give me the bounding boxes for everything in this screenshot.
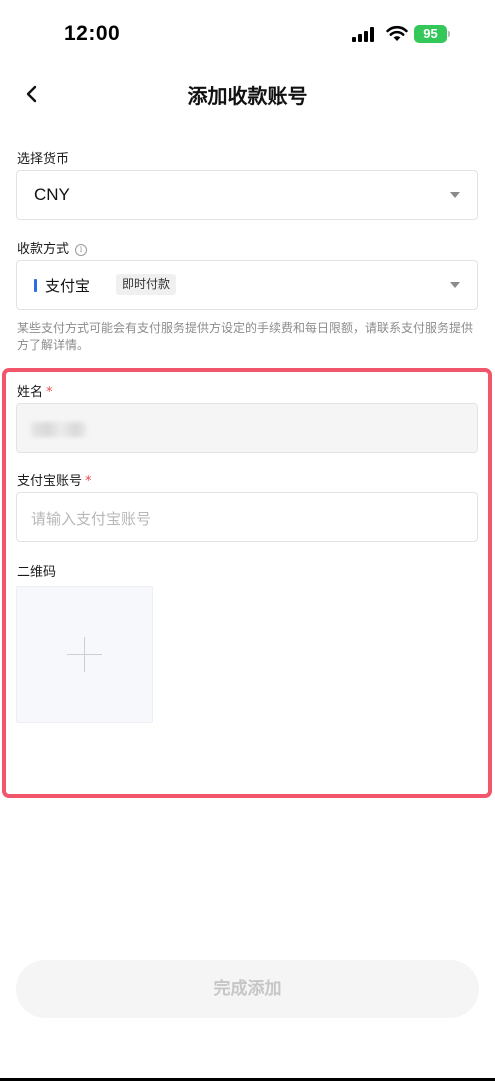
name-label: 姓名 * — [17, 381, 53, 400]
qr-upload-button[interactable] — [16, 586, 153, 723]
status-time: 12:00 — [64, 22, 121, 45]
payment-method-tag: 即时付款 — [116, 274, 177, 295]
submit-button[interactable]: 完成添加 — [16, 960, 479, 1018]
currency-label: 选择货币 — [17, 152, 70, 167]
qr-label: 二维码 — [17, 565, 57, 580]
page-title: 添加收款账号 — [187, 84, 308, 108]
battery-icon: 95 — [414, 25, 450, 43]
plus-icon-vertical — [84, 637, 85, 672]
payment-method-name: 支付宝 — [45, 277, 91, 295]
status-bar: 12:00 95 — [0, 0, 495, 70]
name-field — [16, 403, 478, 453]
currency-select[interactable]: CNY — [16, 170, 478, 220]
account-placeholder: 请输入支付宝账号 — [31, 510, 152, 528]
required-mark: * — [46, 385, 53, 400]
chevron-down-icon — [450, 192, 460, 198]
method-accent-bar — [34, 279, 37, 292]
required-mark: * — [85, 474, 92, 489]
account-label: 支付宝账号 * — [17, 470, 92, 489]
signal-icon — [352, 27, 374, 42]
wifi-icon — [386, 25, 408, 41]
fee-notice: 某些支付方式可能会有支付服务提供方设定的手续费和每日限额，请联系支付服务提供方了… — [17, 321, 474, 352]
account-input[interactable]: 请输入支付宝账号 — [16, 492, 478, 542]
account-label-text: 支付宝账号 — [17, 474, 83, 489]
payment-method-label: 收款方式 i — [17, 238, 88, 257]
nav-bar: 添加收款账号 — [0, 70, 495, 118]
battery-cap — [448, 31, 450, 37]
blurred-name-value — [31, 422, 86, 437]
payment-method-label-text: 收款方式 — [17, 242, 70, 257]
currency-value: CNY — [34, 185, 70, 204]
chevron-down-icon — [450, 282, 460, 288]
info-icon[interactable]: i — [75, 244, 88, 256]
name-label-text: 姓名 — [17, 385, 44, 400]
battery-level: 95 — [414, 25, 447, 43]
payment-method-select[interactable]: 支付宝 即时付款 — [16, 260, 478, 310]
